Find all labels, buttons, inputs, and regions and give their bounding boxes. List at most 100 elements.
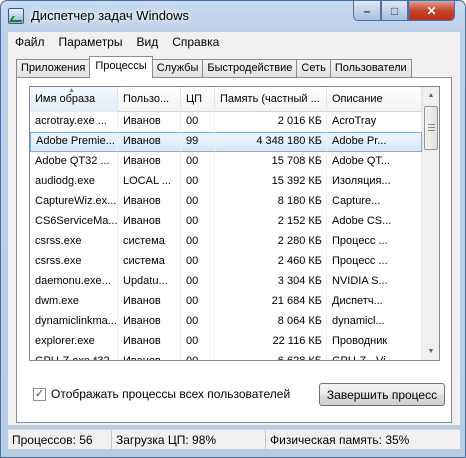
process-memory: 2 460 КБ	[215, 252, 327, 272]
scroll-up-button[interactable]: ▲	[423, 87, 439, 104]
vertical-scrollbar[interactable]: ▲ ▼	[422, 87, 439, 360]
process-cpu: 99	[181, 132, 215, 152]
process-row[interactable]: dynamiclinkma... Иванов 00 8 064 КБ dynamicl…	[30, 312, 422, 332]
process-user: Иванов	[118, 112, 181, 132]
show-all-users-option[interactable]: ✓ Отображать процессы всех пользователей	[33, 387, 290, 401]
process-image-name: dwm.exe	[30, 292, 118, 312]
column-memory[interactable]: Память (частный ...	[215, 87, 327, 112]
tab-users[interactable]: Пользователи	[329, 59, 412, 78]
process-description: Диспетч...	[327, 292, 422, 312]
process-image-name: csrss.exe	[30, 232, 118, 252]
column-description[interactable]: Описание	[327, 87, 422, 112]
sort-ascending-icon: ▲	[68, 87, 75, 94]
status-process-count: Процессов: 56	[8, 429, 112, 450]
process-memory: 21 684 КБ	[215, 292, 327, 312]
minimize-button[interactable]: –	[353, 1, 381, 21]
process-row[interactable]: explorer.exe Иванов 00 22 116 КБ Проводник	[30, 332, 422, 352]
scroll-down-button[interactable]: ▼	[423, 343, 439, 360]
process-description: Изоляция...	[327, 172, 422, 192]
process-user: Иванов	[118, 332, 181, 352]
process-row[interactable]: CaptureWiz.ex... Иванов 00 8 180 КБ Capture.…	[30, 192, 422, 212]
process-image-name: CS6ServiceMa...	[30, 212, 118, 232]
process-row[interactable]: CS6ServiceMa... Иванов 00 2 152 КБ Adobe CS.…	[30, 212, 422, 232]
process-description: GPU-Z - Vi...	[327, 352, 422, 360]
tab-applications[interactable]: Приложения	[16, 59, 91, 78]
process-row[interactable]: dwm.exe Иванов 00 21 684 КБ Диспетч...	[30, 292, 422, 312]
menu-file[interactable]: Файл	[8, 35, 52, 49]
title-bar[interactable]: Диспетчер задач Windows – □ ✕	[1, 1, 465, 31]
process-cpu: 00	[181, 352, 215, 360]
process-user: Иванов	[118, 312, 181, 332]
tab-services[interactable]: Службы	[151, 59, 204, 78]
process-description: Процесс ...	[327, 252, 422, 272]
end-process-button[interactable]: Завершить процесс	[319, 383, 445, 406]
process-user: Иванов	[118, 292, 181, 312]
task-manager-app-icon	[8, 8, 24, 24]
process-image-name: audiodg.exe	[30, 172, 118, 192]
tab-processes[interactable]: Процессы	[89, 56, 153, 78]
process-description: AcroTray	[327, 112, 422, 132]
process-memory: 15 708 КБ	[215, 152, 327, 172]
process-row[interactable]: csrss.exe система 00 2 460 КБ Процесс ...	[30, 252, 422, 272]
column-label: Имя образа	[35, 93, 96, 105]
process-row[interactable]: daemonu.exe... Updatu... 00 3 304 КБ NVIDIA …	[30, 272, 422, 292]
process-cpu: 00	[181, 292, 215, 312]
process-user: Иванов	[118, 192, 181, 212]
menu-bar: Файл Параметры Вид Справка	[8, 32, 460, 52]
process-image-name: csrss.exe	[30, 252, 118, 272]
process-memory: 2 152 КБ	[215, 212, 327, 232]
process-description: NVIDIA S...	[327, 272, 422, 292]
process-rows: acrotray.exe ... Иванов 00 2 016 КБ AcroTray…	[30, 112, 422, 360]
process-image-name: Adobe Premie...	[30, 132, 118, 152]
window-title: Диспетчер задач Windows	[31, 8, 190, 23]
status-bar: Процессов: 56 Загрузка ЦП: 98% Физическа…	[8, 429, 460, 450]
process-description: Adobe QT...	[327, 152, 422, 172]
close-button[interactable]: ✕	[408, 1, 455, 21]
process-user: Иванов	[118, 132, 181, 152]
processes-panel: ▲ Имя образа Пользо... ЦП Память (частны…	[16, 77, 452, 423]
maximize-button[interactable]: □	[381, 1, 408, 21]
process-cpu: 00	[181, 272, 215, 292]
process-row[interactable]: acrotray.exe ... Иванов 00 2 016 КБ AcroTray	[30, 112, 422, 132]
tab-performance[interactable]: Быстродействие	[202, 59, 298, 78]
process-memory: 6 628 КБ	[215, 352, 327, 360]
process-memory: 3 304 КБ	[215, 272, 327, 292]
process-user: система	[118, 232, 181, 252]
process-row[interactable]: csrss.exe система 00 2 280 КБ Процесс ...	[30, 232, 422, 252]
process-memory: 22 116 КБ	[215, 332, 327, 352]
process-cpu: 00	[181, 312, 215, 332]
column-cpu[interactable]: ЦП	[181, 87, 215, 112]
process-row[interactable]: audiodg.exe LOCAL ... 00 15 392 КБ Изоляция.…	[30, 172, 422, 192]
menu-options[interactable]: Параметры	[52, 35, 130, 49]
task-manager-window: Диспетчер задач Windows – □ ✕ Файл Парам…	[0, 0, 466, 458]
process-cpu: 00	[181, 332, 215, 352]
process-image-name: dynamiclinkma...	[30, 312, 118, 332]
process-description: Проводник	[327, 332, 422, 352]
process-user: LOCAL ...	[118, 172, 181, 192]
process-memory: 2 280 КБ	[215, 232, 327, 252]
process-description: dynamicl...	[327, 312, 422, 332]
process-memory: 15 392 КБ	[215, 172, 327, 192]
column-user[interactable]: Пользо...	[118, 87, 181, 112]
process-description: Capture...	[327, 192, 422, 212]
tab-networking[interactable]: Сеть	[296, 59, 331, 78]
column-image-name[interactable]: ▲ Имя образа	[30, 87, 118, 112]
process-memory: 4 348 180 КБ	[215, 132, 327, 152]
process-row[interactable]: Adobe Premie... Иванов 99 4 348 180 КБ Adobe…	[30, 132, 422, 152]
process-memory: 8 180 КБ	[215, 192, 327, 212]
process-row[interactable]: GPU-Z.exe *32 Иванов 00 6 628 КБ GPU-Z - Vi.…	[30, 352, 422, 360]
process-list[interactable]: ▲ Имя образа Пользо... ЦП Память (частны…	[29, 86, 440, 361]
process-cpu: 00	[181, 192, 215, 212]
process-description: Adobe Pr...	[327, 132, 422, 152]
process-image-name: acrotray.exe ...	[30, 112, 118, 132]
process-user: система	[118, 252, 181, 272]
scroll-thumb[interactable]	[424, 106, 438, 150]
process-image-name: explorer.exe	[30, 332, 118, 352]
status-cpu-usage: Загрузка ЦП: 98%	[112, 429, 266, 450]
menu-view[interactable]: Вид	[129, 35, 165, 49]
show-all-users-checkbox[interactable]: ✓	[33, 387, 46, 401]
menu-help[interactable]: Справка	[165, 35, 226, 49]
process-image-name: GPU-Z.exe *32	[30, 352, 118, 360]
process-user: Иванов	[118, 212, 181, 232]
process-row[interactable]: Adobe QT32 ... Иванов 00 15 708 КБ Adobe QT.…	[30, 152, 422, 172]
